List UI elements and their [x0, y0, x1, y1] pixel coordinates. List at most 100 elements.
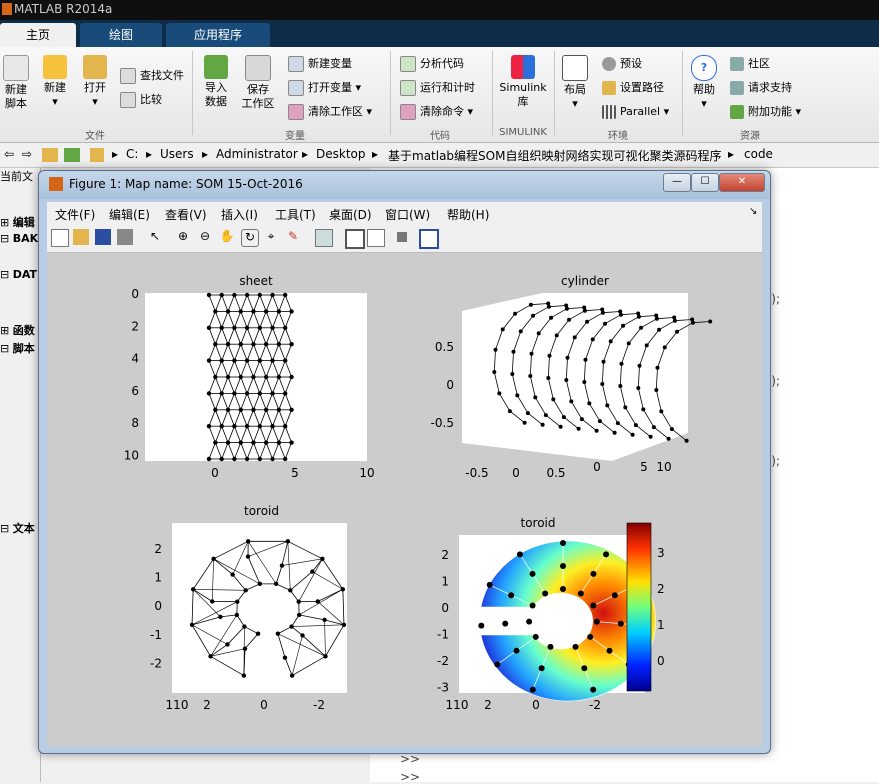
som-node	[621, 324, 625, 328]
clear-commands-button[interactable]: 清除命令 ▾	[400, 103, 473, 121]
rotate-3d-icon[interactable]: ↻	[241, 229, 259, 247]
som-node	[297, 599, 301, 603]
som-node	[601, 360, 605, 364]
open-variable-button[interactable]: 打开变量 ▾	[288, 79, 361, 97]
som-node	[258, 326, 262, 330]
som-node	[663, 345, 667, 349]
matlab-logo-icon	[49, 177, 63, 191]
parallel-icon	[602, 105, 616, 119]
crumb-project[interactable]: 基于matlab编程SOM自组织映射网络实现可视化聚类源码程序	[388, 147, 721, 164]
compare-button[interactable]: 比较	[120, 91, 162, 109]
brush-icon[interactable]: ✎	[285, 229, 301, 245]
back-arrow-icon[interactable]: ⇦	[4, 147, 14, 161]
pointer-icon[interactable]: ↖	[147, 229, 163, 245]
request-support-button[interactable]: 请求支持	[730, 79, 792, 97]
y-tick-label: 0	[446, 378, 454, 392]
som-node	[618, 621, 624, 627]
clear-workspace-button[interactable]: 清除工作区 ▾	[288, 103, 372, 121]
menu-tools[interactable]: 工具(T)	[275, 206, 316, 223]
menu-desktop[interactable]: 桌面(D)	[329, 206, 372, 223]
help-button[interactable]: ? 帮助▾	[688, 55, 720, 111]
crumb-code[interactable]: code	[744, 147, 773, 161]
colorbar-tick-label: 0	[657, 654, 665, 668]
y-tick-label: -2	[150, 656, 162, 670]
folder-item-scripts[interactable]: ⊟ 脚本	[0, 340, 35, 356]
new-variable-button[interactable]: 新建变量	[288, 55, 352, 73]
som-node	[598, 419, 602, 423]
som-node	[562, 415, 566, 419]
menu-view[interactable]: 查看(V)	[165, 206, 207, 223]
legend-icon[interactable]	[367, 229, 385, 247]
new-button[interactable]: 新建▾	[40, 55, 70, 109]
up-folder-icon[interactable]	[42, 148, 58, 162]
save-icon[interactable]	[95, 229, 111, 245]
hide-tools-icon[interactable]	[397, 232, 407, 242]
som-node	[667, 437, 671, 441]
community-button[interactable]: 社区	[730, 55, 770, 73]
som-node	[258, 457, 262, 461]
figure-title-bar: Figure 1: Map name: SOM 15-Oct-2016 — ☐ …	[39, 171, 770, 199]
som-node	[289, 375, 293, 379]
parallel-button[interactable]: Parallel ▾	[602, 103, 669, 121]
print-icon[interactable]	[117, 229, 133, 245]
link-plot-icon[interactable]	[315, 229, 333, 247]
som-node	[258, 358, 262, 362]
zoom-out-icon[interactable]: ⊖	[197, 229, 213, 245]
folder-item-editor[interactable]: ⊞ 编辑	[0, 214, 35, 230]
import-data-button[interactable]: 导入 数据	[200, 55, 232, 109]
close-button[interactable]: ✕	[719, 173, 765, 192]
som-node	[277, 309, 281, 313]
tab-apps[interactable]: 应用程序	[166, 23, 270, 47]
crumb-users[interactable]: Users	[160, 147, 194, 161]
som-node	[655, 366, 659, 370]
som-node	[246, 554, 250, 558]
som-node	[508, 409, 512, 413]
colorbar-icon[interactable]	[345, 229, 365, 249]
pan-icon[interactable]: ✋	[219, 229, 235, 245]
menu-help[interactable]: 帮助(H)	[447, 206, 489, 223]
analyze-code-button[interactable]: 分析代码	[400, 55, 464, 73]
preferences-button[interactable]: 预设	[602, 55, 642, 73]
crumb-desktop[interactable]: Desktop	[316, 147, 366, 161]
set-path-button[interactable]: 设置路径	[602, 79, 664, 97]
run-time-icon	[400, 80, 416, 96]
crumb-administrator[interactable]: Administrator	[216, 147, 298, 161]
new-figure-icon[interactable]	[51, 229, 69, 247]
folder-item-text[interactable]: ⊟ 文本	[0, 520, 35, 536]
add-ons-button[interactable]: 附加功能 ▾	[730, 103, 801, 121]
tab-home[interactable]: 主页	[0, 23, 76, 47]
folder-item-bak[interactable]: ⊟ BAK	[0, 232, 38, 245]
som-node	[270, 293, 274, 297]
new-script-icon	[3, 55, 29, 81]
menu-window[interactable]: 窗口(W)	[385, 206, 430, 223]
forward-arrow-icon[interactable]: ⇨	[22, 147, 32, 161]
menu-edit[interactable]: 编辑(E)	[109, 206, 150, 223]
open-button[interactable]: 打开▾	[80, 55, 110, 109]
zoom-in-icon[interactable]: ⊕	[175, 229, 191, 245]
menu-insert[interactable]: 插入(I)	[221, 206, 258, 223]
show-tools-icon[interactable]	[419, 229, 439, 249]
run-and-time-button[interactable]: 运行和计时	[400, 79, 475, 97]
y-tick-label: -0.5	[431, 416, 454, 430]
som-node	[286, 539, 290, 543]
open-file-icon[interactable]	[73, 229, 89, 245]
simulink-library-button[interactable]: Simulink 库	[498, 55, 548, 109]
som-node	[230, 572, 234, 576]
save-workspace-button[interactable]: 保存 工作区	[240, 55, 276, 111]
tab-plots[interactable]: 绘图	[80, 23, 162, 47]
find-files-button[interactable]: 查找文件	[120, 67, 184, 85]
som-node	[530, 687, 536, 693]
crumb-drive[interactable]: C:	[126, 147, 138, 161]
menu-dock-arrow-icon[interactable]: ↘	[749, 206, 757, 217]
data-cursor-icon[interactable]: ⌖	[263, 229, 279, 245]
som-node	[675, 330, 679, 334]
maximize-button[interactable]: ☐	[691, 173, 719, 192]
new-script-button[interactable]: 新建 脚本	[2, 55, 30, 111]
minimize-button[interactable]: —	[663, 173, 691, 192]
folder-item-dat[interactable]: ⊟ DAT	[0, 268, 37, 281]
folder-item-functions[interactable]: ⊞ 函数	[0, 322, 35, 338]
layout-button[interactable]: 布局▾	[560, 55, 590, 111]
browse-folder-icon[interactable]	[64, 148, 80, 162]
menu-file[interactable]: 文件(F)	[55, 206, 95, 223]
x-tick-label: 5	[640, 460, 648, 474]
